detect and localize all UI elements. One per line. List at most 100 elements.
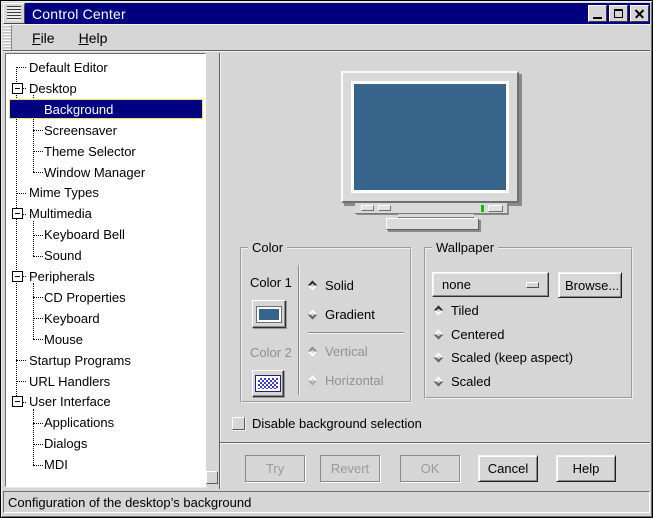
tree-item-mime-types[interactable]: Mime Types	[6, 182, 205, 203]
minus-box-icon[interactable]	[12, 271, 23, 282]
cancel-button[interactable]: Cancel	[478, 455, 538, 482]
wallpaper-frame: Wallpaper none Browse... TiledCenteredSc…	[424, 247, 633, 399]
radio-label: Horizontal	[325, 373, 384, 388]
color-mode-radios: Solid Gradient Vertical Horizontal	[306, 271, 406, 395]
tree-item-label: CD Properties	[44, 290, 126, 305]
close-button[interactable]	[630, 5, 649, 22]
tree-item-desktop[interactable]: Desktop	[6, 78, 205, 99]
minus-box-icon[interactable]	[12, 83, 23, 94]
tree-item-label: MDI	[44, 457, 68, 472]
tree-item-keyboard-bell[interactable]: Keyboard Bell	[6, 224, 205, 245]
diamond-radio-icon	[308, 347, 318, 357]
radio-centered[interactable]: Centered	[432, 323, 627, 347]
control-center-window: Control Center File Help Default Editor D…	[0, 0, 653, 518]
tree-item-label: Mouse	[44, 332, 83, 347]
tree-connector-stub	[33, 256, 43, 257]
radio-scaled[interactable]: Scaled	[432, 370, 627, 394]
diamond-radio-icon	[434, 376, 444, 386]
tree-item-user-interface[interactable]: User Interface	[6, 391, 205, 412]
color-frame-title: Color	[248, 240, 287, 255]
color2-swatch-icon	[256, 376, 280, 391]
monitor-button-icon	[361, 205, 374, 211]
wallpaper-select[interactable]: none	[432, 272, 549, 297]
radio-label: Scaled	[451, 374, 491, 389]
menu-file[interactable]: File	[20, 28, 67, 48]
tree-item-label: Background	[44, 102, 113, 117]
tree-connector-stub	[16, 381, 26, 382]
try-button: Try	[245, 455, 305, 482]
diamond-radio-icon	[308, 376, 318, 386]
paned-resize-handle[interactable]	[206, 471, 218, 484]
menu-help[interactable]: Help	[67, 28, 120, 48]
action-area-separator	[220, 442, 650, 444]
tree-connector-stub	[33, 235, 43, 236]
tree-item-peripherals[interactable]: Peripherals	[6, 266, 205, 287]
tree-connector-stub	[33, 151, 43, 152]
tree-connector-stub	[16, 360, 26, 361]
radio-tiled[interactable]: Tiled	[432, 299, 627, 323]
tree-item-mouse[interactable]: Mouse	[6, 329, 205, 350]
tree-item-screensaver[interactable]: Screensaver	[6, 120, 205, 141]
horizontal-separator	[308, 332, 404, 334]
maximize-button[interactable]	[609, 5, 628, 22]
paned-divider[interactable]	[206, 53, 219, 487]
power-button-icon	[488, 205, 503, 212]
color2-button	[252, 370, 284, 397]
minus-box-icon[interactable]	[12, 208, 23, 219]
minimize-button[interactable]	[588, 5, 607, 22]
tree-item-label: Mime Types	[29, 185, 99, 200]
tree-item-theme-selector[interactable]: Theme Selector	[6, 141, 205, 162]
radio-solid[interactable]: Solid	[306, 271, 406, 300]
tree-item-mdi[interactable]: MDI	[6, 454, 205, 475]
revert-button: Revert	[320, 455, 380, 482]
tree-item-keyboard[interactable]: Keyboard	[6, 308, 205, 329]
color-frame: Color Color 1 Color 2 SolidGradientVerti…	[240, 247, 412, 403]
help-button[interactable]: Help	[556, 455, 616, 482]
radio-label: Solid	[325, 278, 354, 293]
tree-item-dialogs[interactable]: Dialogs	[6, 433, 205, 454]
menubar-grip-handle[interactable]	[3, 25, 12, 50]
radio-vertical: Vertical	[306, 337, 406, 366]
tree-item-label: URL Handlers	[29, 374, 110, 389]
tree-item-applications[interactable]: Applications	[6, 412, 205, 433]
titlebar-main[interactable]: Control Center	[25, 3, 582, 24]
color1-button[interactable]	[252, 300, 286, 328]
tree-item-cd-properties[interactable]: CD Properties	[6, 287, 205, 308]
tree-item-background[interactable]: Background	[6, 99, 205, 120]
background-capplet: Color Color 1 Color 2 SolidGradientVerti…	[219, 53, 650, 489]
tree-item-window-manager[interactable]: Window Manager	[6, 162, 205, 183]
radio-scaled-keep-aspect[interactable]: Scaled (keep aspect)	[432, 346, 627, 370]
tree-item-default-editor[interactable]: Default Editor	[6, 57, 205, 78]
checkbox-label: Disable background selection	[252, 416, 422, 431]
diamond-radio-icon	[308, 310, 318, 320]
tree-connector-stub	[16, 67, 26, 68]
wallpaper-mode-radios: Tiled CenteredScaled (keep aspect) Scaled	[432, 299, 627, 393]
tree-item-multimedia[interactable]: Multimedia	[6, 203, 205, 224]
disable-background-selection-checkbox[interactable]: Disable background selection	[232, 416, 422, 431]
wallpaper-select-value: none	[442, 277, 471, 292]
radio-gradient[interactable]: Gradient	[306, 300, 406, 329]
tree-item-sound[interactable]: Sound	[6, 245, 205, 266]
monitor-preview-bezel	[341, 71, 519, 203]
radio-label: Tiled	[451, 303, 479, 318]
maximize-icon	[614, 9, 623, 18]
color2-label: Color 2	[250, 345, 292, 360]
tree-item-url-handlers[interactable]: URL Handlers	[6, 371, 205, 392]
keyboard-preview	[386, 218, 479, 230]
close-icon	[634, 8, 645, 19]
tree-item-label: User Interface	[29, 394, 111, 409]
tree-item-label: Keyboard Bell	[44, 227, 125, 242]
window-menu-button[interactable]	[3, 3, 25, 24]
tree-connector-stub	[33, 297, 43, 298]
browse-button[interactable]: Browse...	[558, 272, 622, 298]
tree-item-startup-programs[interactable]: Startup Programs	[6, 350, 205, 371]
minimize-icon	[593, 17, 602, 19]
diamond-radio-icon	[308, 281, 318, 291]
checkbox-box-icon[interactable]	[232, 417, 245, 430]
minus-box-icon[interactable]	[12, 396, 23, 407]
tree-item-label: Sound	[44, 248, 82, 263]
window-menu-icon	[7, 6, 21, 21]
tree-item-label: Desktop	[29, 81, 77, 96]
diamond-radio-icon	[434, 329, 444, 339]
radio-label: Gradient	[325, 307, 375, 322]
